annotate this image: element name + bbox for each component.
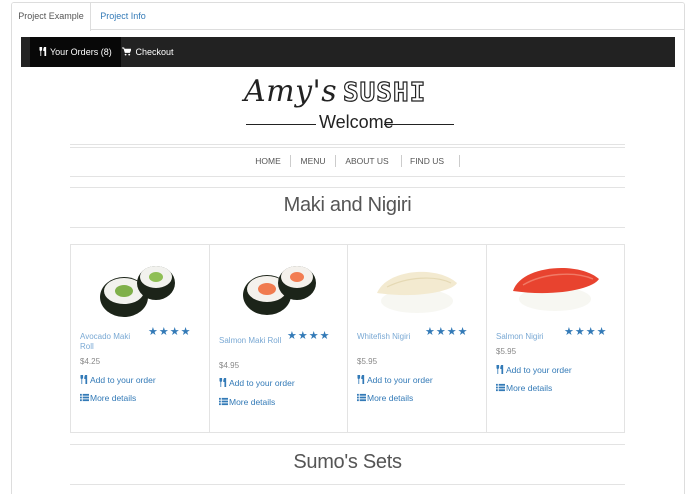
cutlery-icon: [357, 374, 365, 385]
product-card: Whitefish Nigiri ★★★★ $5.95 Add to your …: [348, 245, 487, 432]
product-card: Salmon Maki Roll ★★★★ $4.95 Add to your …: [210, 245, 348, 432]
menu-separator: [459, 155, 460, 167]
cutlery-icon: [80, 374, 88, 385]
add-to-order-label: Add to your order: [367, 375, 433, 385]
product-card: Salmon Nigiri ★★★★ $5.95 Add to your ord…: [487, 245, 624, 432]
product-price: $5.95: [357, 357, 378, 366]
more-details-label: More details: [90, 393, 137, 403]
more-details-label: More details: [506, 383, 553, 393]
product-price: $4.25: [80, 357, 101, 366]
menu-item-about-us[interactable]: ABOUT US: [340, 146, 394, 176]
top-navbar: Your Orders (8) Checkout: [21, 37, 675, 67]
salmon-maki-roll-image: [243, 266, 316, 315]
menu-item-home[interactable]: HOME: [248, 146, 288, 176]
menu-separator: [401, 155, 402, 167]
checkout-label: Checkout: [135, 47, 174, 57]
your-orders-label: Your Orders (8): [50, 47, 112, 57]
cutlery-icon: [39, 46, 47, 57]
whitefish-nigiri-image: [377, 271, 457, 313]
add-to-order-label: Add to your order: [90, 375, 156, 385]
logo-line-left: [246, 124, 316, 125]
logo-line-right: [384, 124, 454, 125]
salmon-nigiri-image: [513, 267, 599, 311]
product-rating: ★★★★: [425, 326, 469, 338]
more-details-link[interactable]: More details: [496, 383, 552, 393]
your-orders-button[interactable]: Your Orders (8): [30, 37, 121, 67]
main-menu: HOME MENU ABOUT US FIND US: [70, 146, 625, 176]
product-price: $5.95: [496, 347, 517, 356]
menu-divider-bottom: [70, 176, 625, 177]
tab-project-example[interactable]: Project Example: [12, 3, 91, 31]
product-rating: ★★★★: [148, 326, 192, 338]
product-card: Avocado Maki Roll ★★★★ $4.25 Add to your…: [71, 245, 210, 432]
more-details-label: More details: [367, 393, 414, 403]
add-to-order-button[interactable]: Add to your order: [219, 377, 295, 388]
tab-project-info[interactable]: Project Info: [92, 3, 154, 30]
list-icon: [80, 393, 89, 402]
list-icon: [496, 383, 505, 392]
add-to-order-button[interactable]: Add to your order: [496, 364, 572, 375]
product-name[interactable]: Salmon Nigiri: [496, 332, 566, 342]
product-rating: ★★★★: [287, 330, 331, 342]
avocado-maki-roll-image: [100, 266, 175, 317]
product-grid: Avocado Maki Roll ★★★★ $4.25 Add to your…: [70, 244, 625, 433]
logo-brand: SUSHI: [342, 77, 427, 108]
product-rating: ★★★★: [564, 326, 608, 338]
menu-item-menu[interactable]: MENU: [298, 146, 328, 176]
more-details-link[interactable]: More details: [80, 393, 136, 403]
product-price: $4.95: [219, 361, 240, 370]
menu-divider-top: [70, 144, 625, 145]
menu-separator: [290, 155, 291, 167]
section-title-maki-nigiri: Maki and Nigiri: [283, 194, 412, 216]
section-divider-bottom: [70, 484, 625, 485]
checkout-button[interactable]: Checkout: [113, 37, 183, 67]
section-divider-top: [70, 187, 625, 188]
list-icon: [219, 397, 228, 406]
product-name[interactable]: Salmon Maki Roll: [219, 336, 283, 346]
cutlery-icon: [496, 364, 504, 375]
example-frame: Project Example Project Info Your Orders…: [11, 2, 685, 494]
more-details-link[interactable]: More details: [219, 397, 275, 407]
product-name[interactable]: Whitefish Nigiri: [357, 332, 421, 342]
cutlery-icon: [219, 377, 227, 388]
section-title-sumos-sets: Sumo's Sets: [293, 451, 402, 473]
more-details-label: More details: [229, 397, 276, 407]
more-details-link[interactable]: More details: [357, 393, 413, 403]
add-to-order-button[interactable]: Add to your order: [357, 374, 433, 385]
add-to-order-label: Add to your order: [229, 378, 295, 388]
add-to-order-button[interactable]: Add to your order: [80, 374, 156, 385]
section-divider-top: [70, 444, 625, 445]
logo-tagline: Welcome: [319, 112, 394, 132]
section-divider-bottom: [70, 227, 625, 228]
cart-icon: [122, 47, 132, 56]
menu-separator: [335, 155, 336, 167]
menu-item-find-us[interactable]: FIND US: [404, 146, 450, 176]
amys-sushi-logo: Amy's SUSHI Welcome: [244, 74, 454, 136]
logo-name: Amy's: [244, 74, 338, 109]
list-icon: [357, 393, 366, 402]
product-name[interactable]: Avocado Maki Roll: [80, 332, 144, 352]
tab-bar: Project Example Project Info: [12, 3, 684, 31]
add-to-order-label: Add to your order: [506, 365, 572, 375]
